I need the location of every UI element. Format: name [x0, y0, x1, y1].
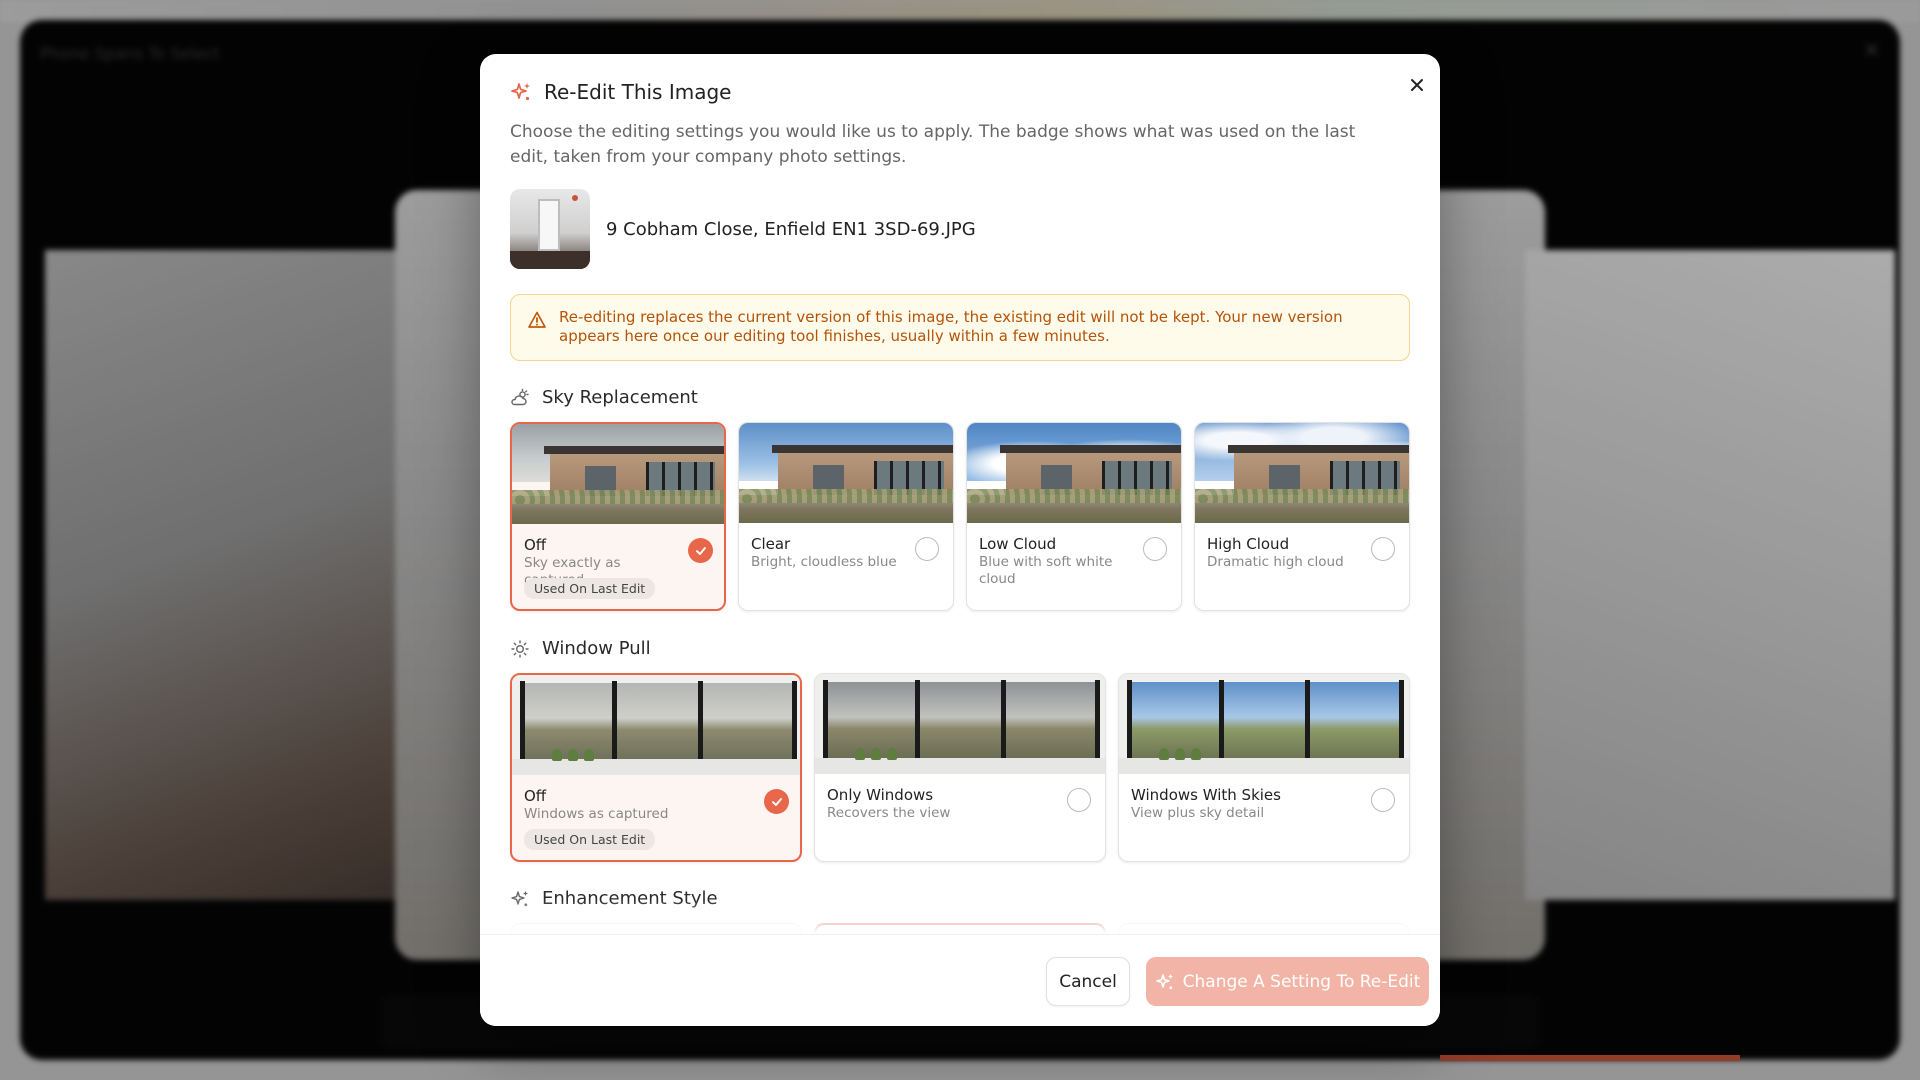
window-pull-off-preview: [512, 675, 800, 775]
submit-label: Change A Setting To Re-Edit: [1182, 971, 1421, 992]
radio-button[interactable]: [915, 537, 939, 561]
sky-clear-preview: [739, 423, 953, 523]
sky-option-off[interactable]: Off Sky exactly as captured Used On Last…: [510, 422, 726, 611]
modal-header: Re-Edit This Image: [510, 80, 731, 104]
close-icon: [1411, 79, 1423, 91]
option-description: Windows as captured: [524, 806, 669, 822]
sparkles-icon: [1155, 973, 1173, 989]
window-pull-option-off[interactable]: Off Windows as captured Used On Last Edi…: [510, 673, 802, 862]
option-label: High Cloud: [1207, 535, 1290, 553]
radio-button[interactable]: [1371, 537, 1395, 561]
window-pull-option-with-skies[interactable]: Windows With Skies View plus sky detail: [1118, 673, 1410, 862]
sky-option-grid: Off Sky exactly as captured Used On Last…: [510, 422, 1410, 611]
modal-body: Re-Edit This Image Choose the editing se…: [480, 54, 1440, 934]
re-edit-modal: Re-Edit This Image Choose the editing se…: [480, 54, 1440, 1026]
sky-replacement-header: Sky Replacement: [510, 387, 698, 408]
close-button[interactable]: [1402, 70, 1432, 100]
file-name: 9 Cobham Close, Enfield EN1 3SD-69.JPG: [606, 218, 976, 240]
sparkles-icon: [511, 83, 530, 101]
image-thumbnail: [510, 189, 590, 269]
radio-button[interactable]: [1067, 788, 1091, 812]
section-title: Window Pull: [542, 638, 651, 659]
option-label: Only Windows: [827, 786, 934, 804]
sun-icon: [511, 639, 529, 658]
section-title: Sky Replacement: [542, 387, 698, 408]
option-label: Windows With Skies: [1131, 786, 1281, 804]
file-info: 9 Cobham Close, Enfield EN1 3SD-69.JPG: [510, 189, 976, 269]
warning-text: Re-editing replaces the current version …: [559, 308, 1343, 345]
sky-option-high-cloud[interactable]: High Cloud Dramatic high cloud: [1194, 422, 1410, 611]
modal-title: Re-Edit This Image: [544, 80, 732, 104]
modal-footer: Cancel Change A Setting To Re-Edit: [480, 934, 1440, 1026]
option-label: Low Cloud: [979, 535, 1057, 553]
option-label: Off: [524, 536, 547, 554]
option-description: Blue with soft white cloud: [979, 554, 1113, 587]
option-label: Clear: [751, 535, 791, 553]
sky-off-preview: [512, 424, 724, 524]
window-pull-header: Window Pull: [510, 638, 651, 659]
window-pull-option-grid: Off Windows as captured Used On Last Edi…: [510, 673, 1410, 862]
last-edit-badge: Used On Last Edit: [524, 829, 656, 850]
last-edit-badge: Used On Last Edit: [524, 578, 656, 599]
option-description: Recovers the view: [827, 805, 951, 821]
option-description: View plus sky detail: [1131, 805, 1265, 821]
sky-high-cloud-preview: [1195, 423, 1409, 523]
radio-button[interactable]: [1143, 537, 1167, 561]
sky-option-clear[interactable]: Clear Bright, cloudless blue: [738, 422, 954, 611]
window-pull-only-windows-preview: [815, 674, 1105, 774]
cloud-sun-icon: [511, 388, 529, 405]
sky-option-low-cloud[interactable]: Low Cloud Blue with soft white cloud: [966, 422, 1182, 611]
option-description: Dramatic high cloud: [1207, 554, 1344, 570]
option-label: Off: [524, 787, 547, 805]
warning-banner: Re-editing replaces the current version …: [510, 294, 1410, 361]
check-icon: [764, 789, 789, 814]
cancel-button[interactable]: Cancel: [1046, 957, 1130, 1006]
warning-triangle-icon: [528, 311, 546, 328]
radio-button[interactable]: [1371, 788, 1395, 812]
re-edit-submit-button[interactable]: Change A Setting To Re-Edit: [1146, 957, 1429, 1006]
check-icon: [688, 538, 713, 563]
scroll-fade: [480, 900, 1440, 934]
option-description: Bright, cloudless blue: [751, 554, 897, 570]
sky-low-cloud-preview: [967, 423, 1181, 523]
window-pull-option-only-windows[interactable]: Only Windows Recovers the view: [814, 673, 1106, 862]
modal-subtitle: Choose the editing settings you would li…: [510, 122, 1356, 167]
window-pull-with-skies-preview: [1119, 674, 1409, 774]
